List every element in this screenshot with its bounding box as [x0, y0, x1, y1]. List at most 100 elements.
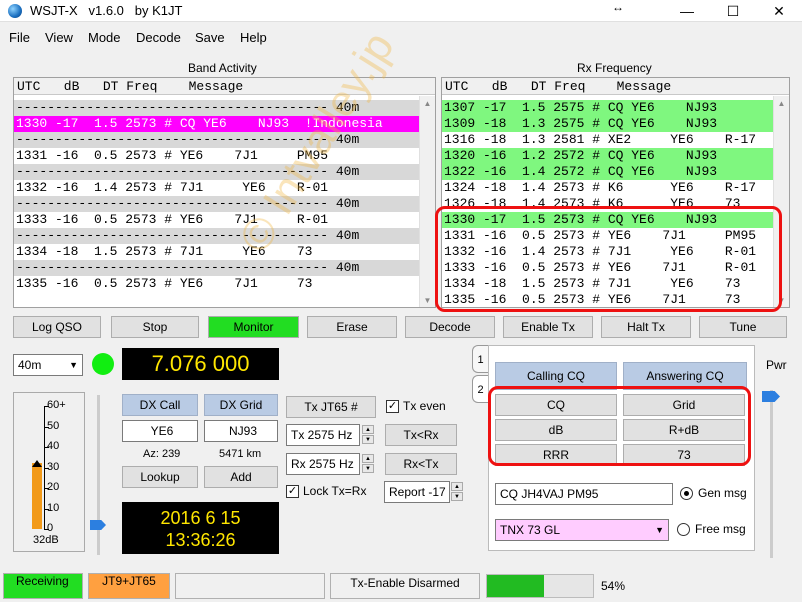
rx-frequency-title: Rx Frequency [577, 61, 652, 75]
rx-row[interactable]: 1322 -16 1.4 2572 # CQ YE6 NJ93 [442, 164, 773, 180]
gen-msg-field[interactable]: CQ JH4VAJ PM95 [495, 483, 673, 505]
dx-grid-field[interactable]: NJ93 [204, 420, 278, 442]
free-msg-radio[interactable] [677, 523, 690, 536]
erase-button[interactable]: Erase [307, 316, 397, 338]
report-spinner[interactable]: ▲ ▼ [451, 482, 463, 502]
band-row[interactable]: 1332 -16 1.4 2573 # 7J1 YE6 R-01 [14, 180, 419, 196]
free-msg-label: Free msg [695, 522, 746, 536]
lock-tx-rx-checkbox[interactable]: ✓ [286, 485, 299, 498]
free-msg-field[interactable]: TNX 73 GL ▼ [495, 519, 669, 541]
spin-up-icon[interactable]: ▲ [451, 482, 463, 491]
tab-2[interactable]: 2 [472, 375, 488, 403]
log-qso-button[interactable]: Log QSO [13, 316, 101, 338]
progress-fill [487, 575, 545, 597]
rx-freq-field[interactable]: Rx 2575 Hz [286, 453, 360, 475]
add-button[interactable]: Add [204, 466, 278, 488]
menu-decode[interactable]: Decode [136, 30, 181, 45]
band-activity-list[interactable]: UTC dB DT Freq Message -----------------… [13, 77, 436, 308]
wsjtx-app-icon [8, 4, 22, 18]
band-row[interactable]: ----------------------------------------… [14, 164, 419, 180]
halt-tx-button[interactable]: Halt Tx [601, 316, 691, 338]
pwr-slider-track[interactable] [770, 390, 773, 558]
tab-1[interactable]: 1 [472, 345, 488, 373]
rx-to-tx-button[interactable]: Rx<Tx [385, 453, 457, 475]
band-row[interactable]: ----------------------------------------… [14, 100, 419, 116]
dx-call-field[interactable]: YE6 [122, 420, 198, 442]
level-peak-indicator [32, 459, 42, 467]
window-title: WSJT-X v1.6.0 by K1JT [30, 3, 183, 18]
pwr-label: Pwr [766, 358, 787, 372]
band-row[interactable]: 1334 -18 1.5 2573 # 7J1 YE6 73 [14, 244, 419, 260]
decode-button[interactable]: Decode [405, 316, 495, 338]
rx-row[interactable]: 1316 -18 1.3 2581 # XE2 YE6 R-17 [442, 132, 773, 148]
scroll-down-icon[interactable]: ▼ [420, 293, 435, 307]
level-slider-track[interactable] [97, 395, 100, 555]
azimuth-label: Az: 239 [143, 448, 181, 460]
minimize-button[interactable]: — [664, 0, 710, 22]
band-activity-scrollbar[interactable]: ▲ ▼ [419, 96, 435, 307]
band-row[interactable]: 1330 -17 1.5 2573 # CQ YE6 NJ93 !Indones… [14, 116, 419, 132]
report-field[interactable]: Report -17 [384, 481, 450, 503]
rx-freq-spinner[interactable]: ▲ ▼ [362, 454, 374, 474]
tx-freq-field[interactable]: Tx 2575 Hz [286, 424, 360, 446]
tx-enable-status: Tx-Enable Disarmed [330, 573, 480, 599]
lock-tx-rx-label: Lock Tx=Rx [303, 484, 367, 498]
menu-mode[interactable]: Mode [88, 30, 121, 45]
meter-tick-label: 50 [47, 419, 60, 432]
enable-tx-button[interactable]: Enable Tx [503, 316, 593, 338]
band-row[interactable]: ----------------------------------------… [14, 260, 419, 276]
scroll-up-icon[interactable]: ▲ [774, 96, 789, 111]
dx-call-label: DX Call [122, 394, 198, 416]
menu-file[interactable]: File [9, 30, 30, 45]
rx-frequency-header: UTC dB DT Freq Message [442, 78, 789, 95]
stop-button[interactable]: Stop [111, 316, 199, 338]
band-activity-header: UTC dB DT Freq Message [14, 78, 435, 95]
rx-row[interactable]: 1309 -18 1.3 2575 # CQ YE6 NJ93 [442, 116, 773, 132]
gen-msg-label: Gen msg [698, 486, 747, 500]
tx-even-checkbox[interactable]: ✓ [386, 400, 399, 413]
spin-up-icon[interactable]: ▲ [362, 454, 374, 463]
chevron-down-icon: ▼ [655, 525, 664, 535]
band-row[interactable]: ----------------------------------------… [14, 228, 419, 244]
menu-save[interactable]: Save [195, 30, 225, 45]
meter-tick-label: 40 [47, 440, 60, 452]
rx-highlight-box [435, 206, 782, 312]
spin-down-icon[interactable]: ▼ [362, 464, 374, 473]
progress-bar [486, 574, 594, 598]
lookup-button[interactable]: Lookup [122, 466, 198, 488]
date-display: 2016 6 15 [160, 508, 241, 528]
band-activity-title: Band Activity [188, 61, 257, 75]
empty-status [175, 573, 325, 599]
monitor-button[interactable]: Monitor [208, 316, 299, 338]
tune-button[interactable]: Tune [699, 316, 787, 338]
menu-view[interactable]: View [45, 30, 73, 45]
spin-down-icon[interactable]: ▼ [451, 492, 463, 501]
dx-grid-label: DX Grid [204, 394, 278, 416]
meter-tick-label: 20 [47, 481, 60, 493]
rx-row[interactable]: 1324 -18 1.4 2573 # K6 YE6 R-17 [442, 180, 773, 196]
tx-to-rx-button[interactable]: Tx<Rx [385, 424, 457, 446]
pwr-slider-handle[interactable] [762, 391, 780, 402]
band-row[interactable]: 1331 -16 0.5 2573 # YE6 7J1 PM95 [14, 148, 419, 164]
check-icon: ✓ [387, 400, 398, 412]
spin-down-icon[interactable]: ▼ [362, 435, 374, 444]
band-row[interactable]: ----------------------------------------… [14, 132, 419, 148]
spin-up-icon[interactable]: ▲ [362, 425, 374, 434]
tx-freq-spinner[interactable]: ▲ ▼ [362, 425, 374, 445]
band-row[interactable]: 1333 -16 0.5 2573 # YE6 7J1 R-01 [14, 212, 419, 228]
gen-msg-radio[interactable] [680, 487, 693, 500]
level-slider-handle[interactable] [90, 520, 106, 530]
scroll-up-icon[interactable]: ▲ [420, 96, 435, 111]
band-select[interactable]: 40m ▼ [13, 354, 83, 376]
rx-row[interactable]: 1320 -16 1.2 2572 # CQ YE6 NJ93 [442, 148, 773, 164]
menu-help[interactable]: Help [240, 30, 267, 45]
mode-status: JT9+JT65 [88, 573, 170, 599]
band-row[interactable]: 1335 -16 0.5 2573 # YE6 7J1 73 [14, 276, 419, 292]
tx-mode-button[interactable]: Tx JT65 # [286, 396, 376, 418]
level-meter: 60+ 50 40 30 20 10 0 32dB [13, 392, 85, 552]
meter-tick-label: 0 [47, 522, 54, 534]
band-row[interactable]: ----------------------------------------… [14, 196, 419, 212]
rx-row[interactable]: 1307 -17 1.5 2575 # CQ YE6 NJ93 [442, 100, 773, 116]
maximize-button[interactable]: ☐ [710, 0, 756, 22]
close-button[interactable]: ✕ [756, 0, 802, 22]
